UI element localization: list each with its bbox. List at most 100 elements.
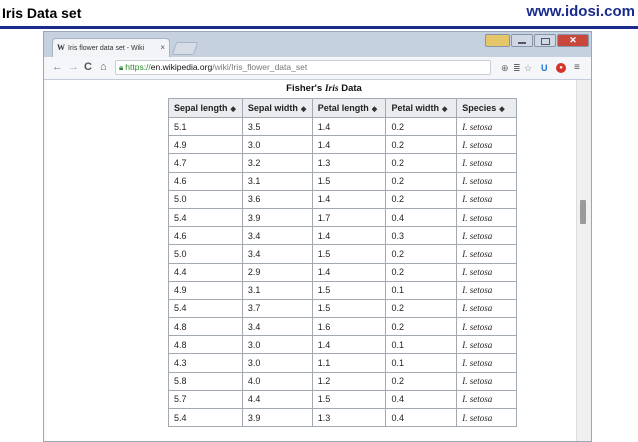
table-row: 4.8 3.0 1.4 0.1 I. setosa [168,335,517,355]
home-icon[interactable]: ⌂ [100,60,107,75]
caption-italic: Iris [324,84,339,94]
column-header[interactable]: Petal width ◆ [385,98,458,118]
bookmark-star-icon[interactable]: ☆ [524,62,532,74]
table-cell: 4.4 [168,262,243,282]
slide-title: Iris Data set [2,5,82,21]
menu-icon[interactable]: ≡ [574,62,580,74]
table-cell: 1.5 [311,244,387,264]
iris-data-table: Sepal length ◆ Sepal width ◆ Petal length ◆ Pe… [168,98,517,428]
table-cell: 3.6 [241,189,313,209]
table-cell: 0.2 [385,171,458,191]
column-header[interactable]: Petal length ◆ [311,98,387,118]
sort-icon[interactable]: ◆ [231,106,236,113]
table-cell: I. setosa [456,389,517,410]
table-cell: I. setosa [456,335,517,355]
zoom-icon[interactable]: ⊕ [501,62,509,74]
table-row: 4.9 3.1 1.5 0.1 I. setosa [168,280,517,300]
reload-icon[interactable]: C [84,60,92,75]
slide-brand: www.idosi.com [526,3,635,20]
table-cell: 3.1 [241,280,313,300]
table-cell: 3.9 [241,407,313,428]
table-row: 5.4 3.7 1.5 0.2 I. setosa [168,298,517,319]
table-cell: 4.4 [241,389,313,410]
table-header-row: Sepal length ◆ Sepal width ◆ Petal length ◆ Pe… [168,98,517,118]
page-viewport: Fisher's Iris Data Sepal length ◆ Sepal wi… [44,80,591,441]
page-content: Fisher's Iris Data Sepal length ◆ Sepal wi… [47,80,578,441]
tab-close-icon[interactable]: × [160,39,165,57]
table-cell: 4.9 [168,135,243,155]
scrollbar-thumb[interactable] [580,200,586,224]
column-header[interactable]: Species ◆ [456,98,517,118]
extension-icon[interactable]: ● [556,63,566,73]
table-cell: 0.2 [385,262,458,282]
table-cell: 1.4 [311,116,387,137]
url-host: en.wikipedia.org [150,62,213,72]
table-cell: 3.0 [241,135,313,155]
address-bar[interactable]: 🔒︎ https://en.wikipedia.org/wiki/Iris_flo… [115,60,491,75]
sort-icon[interactable]: ◆ [301,106,306,113]
table-cell: 5.4 [168,298,243,319]
table-cell: 1.4 [311,226,387,246]
table-cell: I. setosa [456,353,517,373]
table-cell: I. setosa [456,226,517,246]
table-cell: 0.2 [385,116,458,137]
table-cell: 4.9 [168,280,243,300]
table-cell: 0.2 [385,189,458,209]
table-cell: 3.4 [241,317,313,337]
sort-icon[interactable]: ◆ [442,106,447,113]
table-cell: 4.7 [168,153,243,173]
table-cell: 4.6 [168,171,243,191]
table-row: 5.8 4.0 1.2 0.2 I. setosa [168,371,517,391]
table-cell: 3.9 [241,207,313,228]
url-scheme: https:// [125,62,151,72]
table-cell: 3.4 [241,244,313,264]
maximize-button[interactable] [534,34,556,47]
table-cell: I. setosa [456,207,517,228]
new-tab-button[interactable] [171,42,199,55]
table-cell: 0.4 [385,407,458,428]
column-header[interactable]: Sepal length ◆ [168,98,243,118]
profile-button[interactable] [485,34,510,47]
table-cell: I. setosa [456,189,517,209]
table-cell: 1.5 [311,171,387,191]
table-cell: I. setosa [456,407,517,428]
table-cell: I. setosa [456,262,517,282]
sort-icon[interactable]: ◆ [372,106,377,113]
table-row: 4.3 3.0 1.1 0.1 I. setosa [168,353,517,373]
table-cell: 4.8 [168,317,243,337]
table-cell: 3.5 [241,116,313,137]
sort-icon[interactable]: ◆ [499,106,504,113]
reader-icon[interactable]: ≣ [513,62,521,74]
extension-icon[interactable]: U [541,62,548,74]
table-cell: 0.1 [385,353,458,373]
vertical-scrollbar[interactable] [576,80,591,441]
table-row: 5.4 3.9 1.7 0.4 I. setosa [168,207,517,228]
table-body: 5.1 3.5 1.4 0.2 I. setosa 4.9 3.0 1.4 0.2 I. seto… [168,116,517,428]
back-arrow-icon[interactable]: ← [52,60,63,75]
table-row: 4.6 3.1 1.5 0.2 I. setosa [168,171,517,191]
table-cell: 1.4 [311,262,387,282]
table-cell: 1.5 [311,280,387,300]
table-cell: 0.1 [385,335,458,355]
table-cell: 1.6 [311,317,387,337]
table-row: 5.0 3.4 1.5 0.2 I. setosa [168,244,517,264]
browser-toolbar: ← → C ⌂ 🔒︎ https://en.wikipedia.org/wiki/… [44,57,591,80]
table-cell: 0.4 [385,389,458,410]
tab-iris-flower-data-set[interactable]: W Iris flower data set - Wiki × [52,38,170,57]
table-row: 4.4 2.9 1.4 0.2 I. setosa [168,262,517,282]
window-close-button[interactable]: ✕ [557,34,589,47]
column-header[interactable]: Sepal width ◆ [241,98,313,118]
browser-window: W Iris flower data set - Wiki × ✕ ← → C ⌂… [43,31,592,442]
table-cell: 3.0 [241,353,313,373]
forward-arrow-icon[interactable]: → [68,60,79,75]
table-cell: 1.4 [311,335,387,355]
column-header-label: Species [462,103,497,113]
table-row: 4.8 3.4 1.6 0.2 I. setosa [168,317,517,337]
table-cell: 1.7 [311,207,387,228]
tab-bar: W Iris flower data set - Wiki × ✕ [44,32,591,57]
table-cell: 0.2 [385,153,458,173]
minimize-button[interactable] [511,34,533,47]
table-cell: 5.0 [168,189,243,209]
table-cell: 5.4 [168,207,243,228]
table-cell: 5.7 [168,389,243,410]
